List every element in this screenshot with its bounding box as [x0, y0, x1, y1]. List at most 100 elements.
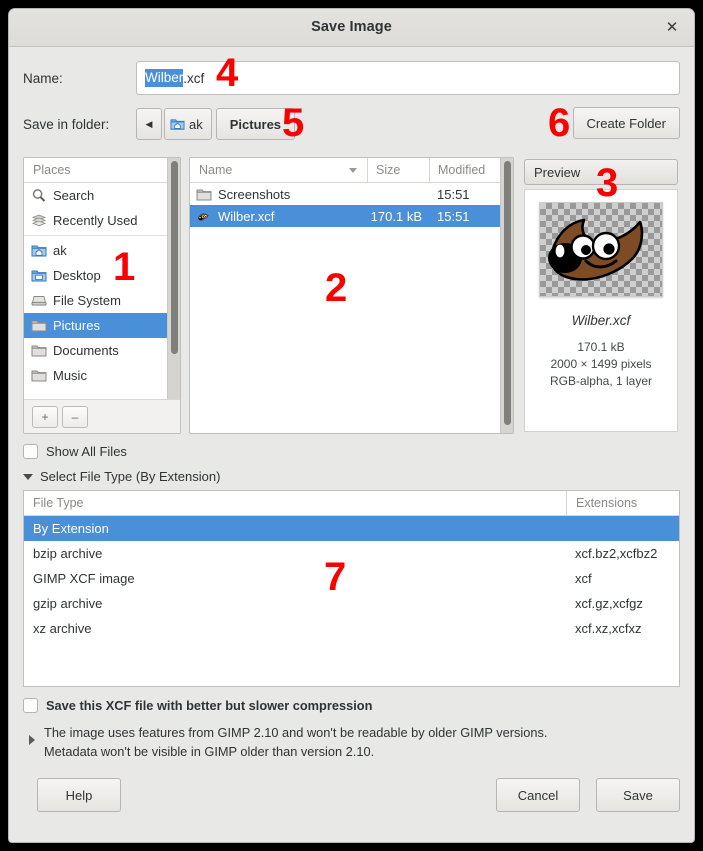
- file-type-cell: gzip archive: [33, 596, 103, 611]
- places-scrollbar[interactable]: [167, 158, 180, 399]
- sidebar-item-recently-used[interactable]: Recently Used: [24, 208, 180, 233]
- folder-icon: [31, 345, 47, 357]
- places-scrollbar-thumb[interactable]: [171, 161, 178, 354]
- help-button[interactable]: Help: [37, 778, 121, 813]
- table-row[interactable]: Screenshots 15:51: [190, 183, 513, 205]
- sidebar-item-pictures[interactable]: Pictures: [24, 313, 180, 338]
- sidebar-item-desktop[interactable]: Desktop: [24, 263, 180, 288]
- window-title: Save Image: [311, 19, 392, 35]
- file-list-header: Name Size Modified: [190, 158, 513, 183]
- extensions-cell: xcf.gz,xcfgz: [575, 596, 643, 611]
- folder-icon: [196, 189, 212, 200]
- breadcrumb-item-current[interactable]: Pictures: [215, 108, 296, 140]
- breadcrumb-home-label: ak: [189, 116, 203, 132]
- sidebar-item-search[interactable]: Search: [24, 183, 180, 208]
- preview-button-label: Preview: [534, 164, 581, 180]
- compatibility-warning: The image uses features from GIMP 2.10 a…: [23, 723, 680, 761]
- close-icon[interactable]: ✕: [664, 20, 680, 36]
- home-folder-icon: [170, 119, 185, 130]
- sidebar-item-label: Music: [53, 368, 87, 383]
- file-list-scrollbar-thumb[interactable]: [504, 161, 511, 425]
- dialog-body: Name: Wilber .xcf Save in folder: ◀ ak Pi…: [9, 61, 694, 814]
- create-folder-button[interactable]: Create Folder: [572, 107, 680, 139]
- filename-selected-text: Wilber: [145, 69, 184, 87]
- preview-dimensions: 2000 × 1499 pixels: [550, 357, 652, 371]
- compression-checkbox[interactable]: [23, 698, 38, 713]
- sidebar-item-label: Search: [53, 188, 95, 203]
- select-file-type-expander[interactable]: Select File Type (By Extension): [23, 469, 680, 484]
- file-type-table: File Type Extensions By Extension bzip a…: [23, 490, 680, 687]
- warning-line-2: Metadata won't be visible in GIMP older …: [44, 744, 375, 760]
- desktop-folder-icon: [31, 270, 47, 282]
- sidebar-item-label: Documents: [53, 343, 119, 358]
- sidebar-item-label: Recently Used: [53, 213, 138, 228]
- file-type-header: File Type Extensions: [24, 491, 679, 516]
- preview-content: Wilber.xcf 170.1 kB 2000 × 1499 pixels R…: [524, 189, 678, 432]
- save-image-dialog: Save Image ✕ Name: Wilber .xcf Save in fo…: [8, 8, 695, 843]
- extensions-cell: xcf.xz,xcfxz: [575, 621, 642, 636]
- extensions-cell: xcf: [575, 571, 592, 586]
- file-name-cell: Screenshots: [190, 187, 367, 202]
- compression-label: Save this XCF file with better but slowe…: [46, 698, 373, 713]
- column-header-name[interactable]: Name: [190, 158, 367, 182]
- file-name-label: Wilber.xcf: [218, 208, 275, 224]
- sidebar-item-music[interactable]: Music: [24, 363, 180, 388]
- table-row[interactable]: bzip archive xcf.bz2,xcfbz2: [24, 541, 679, 566]
- table-row[interactable]: GIMP XCF image xcf: [24, 566, 679, 591]
- preview-button[interactable]: Preview: [524, 159, 678, 185]
- dialog-footer: Help Cancel Save: [23, 778, 680, 814]
- column-header-file-type[interactable]: File Type: [24, 491, 566, 515]
- drive-icon: [31, 296, 47, 306]
- file-list-scrollbar[interactable]: [500, 158, 513, 433]
- file-list-panel: Name Size Modified Screenshots 15:51 Wil…: [189, 157, 514, 434]
- wilber-mascot-icon: [548, 218, 644, 281]
- breadcrumb-item-home[interactable]: ak: [164, 108, 212, 140]
- show-all-files-checkbox[interactable]: [23, 444, 38, 459]
- places-footer: + –: [24, 399, 180, 433]
- file-name-cell: Wilber.xcf: [190, 209, 367, 224]
- add-bookmark-button[interactable]: +: [32, 405, 58, 428]
- file-type-cell: GIMP XCF image: [33, 571, 135, 586]
- home-folder-icon: [31, 245, 47, 257]
- save-button[interactable]: Save: [596, 778, 680, 813]
- places-scroll-area: Places Search Recently Used ak Desktop F…: [24, 158, 180, 399]
- sidebar-item-label: Desktop: [53, 268, 101, 283]
- folder-icon: [31, 320, 47, 332]
- file-type-cell: bzip archive: [33, 546, 103, 561]
- chevron-down-icon: [23, 473, 33, 480]
- sort-descending-icon: [349, 168, 357, 173]
- sidebar-item-label: Pictures: [53, 318, 100, 333]
- sidebar-item-file-system[interactable]: File System: [24, 288, 180, 313]
- save-in-folder-label: Save in folder:: [23, 116, 110, 132]
- preview-filesize: 170.1 kB: [577, 340, 625, 354]
- sidebar-item-label: File System: [53, 293, 121, 308]
- table-row[interactable]: xz archive xcf.xz,xcfxz: [24, 616, 679, 641]
- sidebar-item-label: ak: [53, 243, 67, 258]
- chevron-left-icon[interactable]: ◀: [136, 108, 162, 140]
- table-row[interactable]: By Extension: [24, 516, 679, 541]
- filename-input[interactable]: Wilber .xcf: [136, 61, 680, 95]
- chevron-right-icon[interactable]: [29, 735, 35, 745]
- select-file-type-label: Select File Type (By Extension): [40, 469, 221, 484]
- sidebar-item-ak[interactable]: ak: [24, 238, 180, 263]
- warning-text: The image uses features from GIMP 2.10 a…: [44, 723, 547, 761]
- table-row[interactable]: Wilber.xcf 170.1 kB 15:51: [190, 205, 513, 227]
- title-bar: Save Image ✕: [9, 9, 694, 47]
- column-header-size[interactable]: Size: [367, 158, 429, 182]
- sidebar-item-documents[interactable]: Documents: [24, 338, 180, 363]
- file-size-cell: 170.1 kB: [370, 208, 422, 224]
- places-panel: Places Search Recently Used ak Desktop F…: [23, 157, 181, 434]
- extensions-cell: xcf.bz2,xcfbz2: [575, 546, 658, 561]
- browser-area: Places Search Recently Used ak Desktop F…: [23, 157, 680, 434]
- table-row[interactable]: gzip archive xcf.gz,xcfgz: [24, 591, 679, 616]
- remove-bookmark-button[interactable]: –: [62, 405, 88, 428]
- compression-row: Save this XCF file with better but slowe…: [23, 698, 680, 713]
- folder-icon: [31, 370, 47, 382]
- places-header: Places: [24, 158, 180, 183]
- cancel-button[interactable]: Cancel: [496, 778, 580, 813]
- name-label: Name:: [23, 70, 63, 86]
- file-name-label: Screenshots: [218, 186, 291, 202]
- file-type-cell: xz archive: [33, 621, 92, 636]
- column-header-extensions[interactable]: Extensions: [566, 491, 679, 515]
- filename-rest-text: .xcf: [183, 70, 205, 86]
